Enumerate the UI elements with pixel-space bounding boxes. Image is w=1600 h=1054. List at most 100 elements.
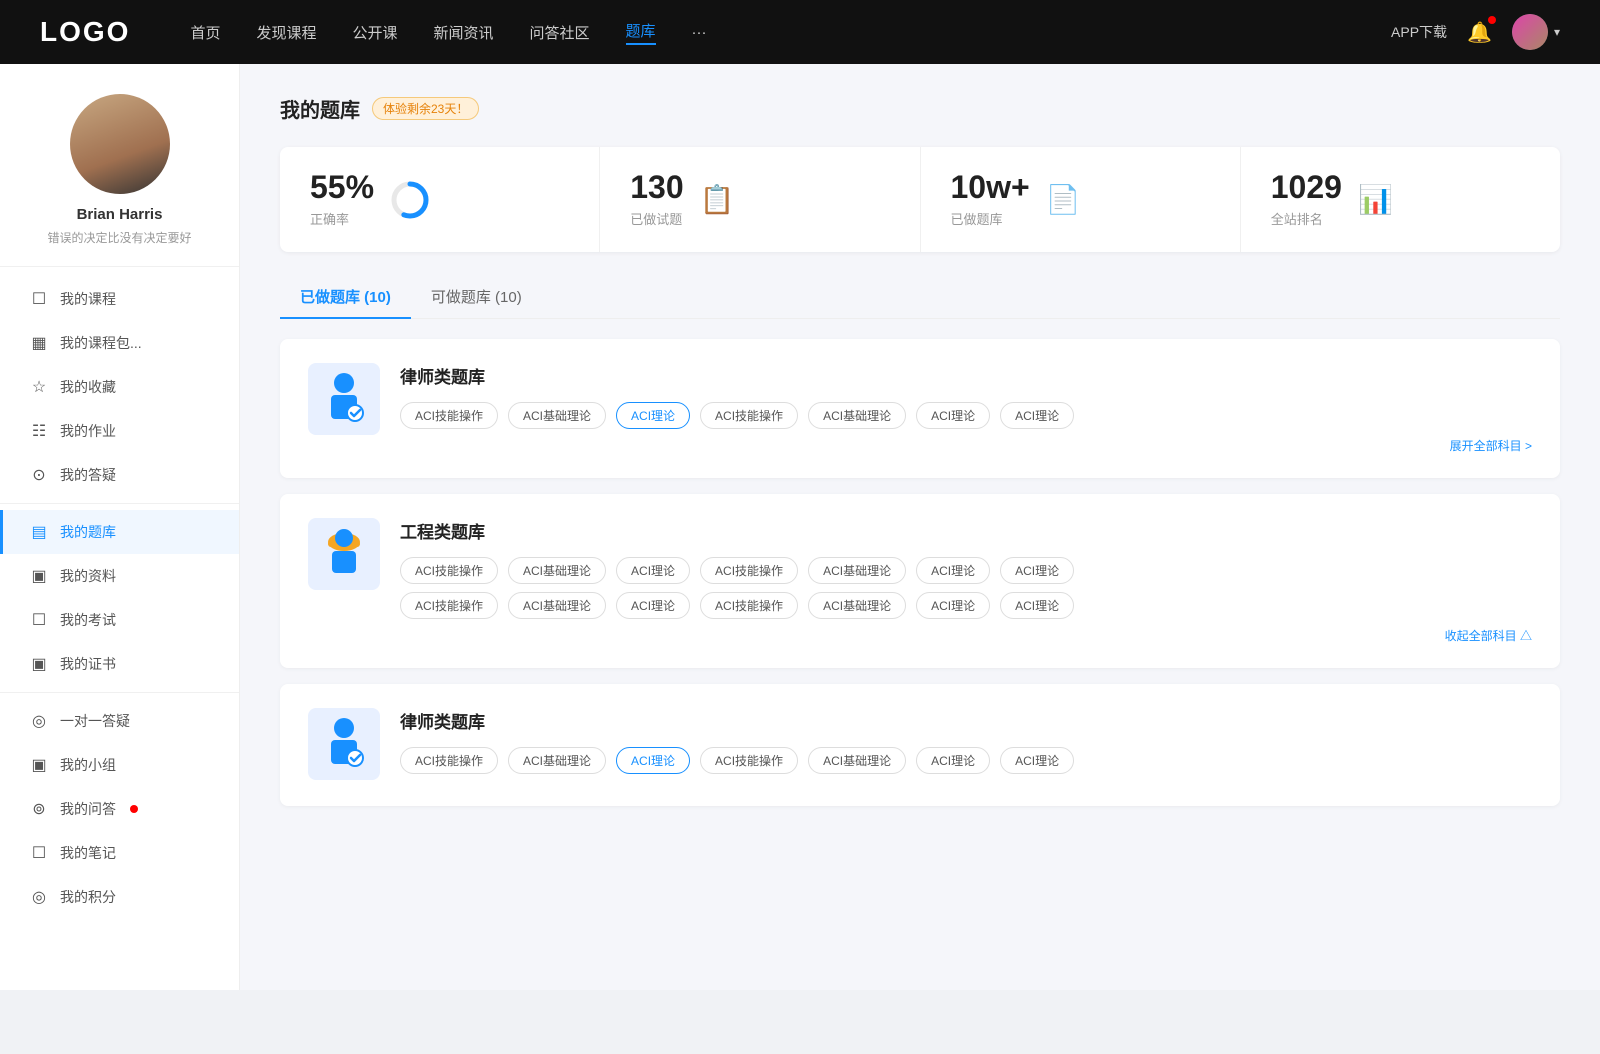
bank-engineer1-title: 工程类题库: [400, 518, 1532, 543]
sidebar-item-notes[interactable]: ☐ 我的笔记: [0, 831, 239, 875]
stat-ranking-number: 1029: [1271, 171, 1342, 203]
sidebar-item-exambank[interactable]: ▤ 我的题库: [0, 510, 239, 554]
sidebar-item-coursepack[interactable]: ▦ 我的课程包...: [0, 321, 239, 365]
qa-notification-dot: [130, 805, 138, 813]
notes-icon: ☐: [30, 843, 48, 863]
bank-tag[interactable]: ACI理论: [1000, 402, 1074, 429]
profile-slogan: 错误的决定比没有决定要好: [47, 229, 191, 246]
sidebar-label-group: 我的小组: [60, 755, 116, 775]
exam-icon: ☐: [30, 610, 48, 630]
user-avatar-wrapper[interactable]: ▾: [1512, 14, 1560, 50]
stat-accuracy-number: 55%: [310, 171, 374, 203]
bank-tag[interactable]: ACI理论: [916, 557, 990, 584]
tab-bar: 已做题库 (10) 可做题库 (10): [280, 276, 1560, 319]
sidebar-label-exam: 我的考试: [60, 610, 116, 630]
stat-accuracy: 55% 正确率: [280, 147, 600, 252]
stat-ranking-text: 1029 全站排名: [1271, 171, 1342, 228]
bank-tag[interactable]: ACI技能操作: [700, 592, 798, 619]
bank-tag-active[interactable]: ACI理论: [616, 747, 690, 774]
bank-tag[interactable]: ACI基础理论: [808, 592, 906, 619]
bank-tag[interactable]: ACI理论: [1000, 557, 1074, 584]
bank-tag[interactable]: ACI基础理论: [508, 747, 606, 774]
bank-lawyer2-title: 律师类题库: [400, 708, 1532, 733]
bank-tag[interactable]: ACI基础理论: [808, 747, 906, 774]
trial-badge: 体验剩余23天！: [372, 97, 479, 120]
bank-tag[interactable]: ACI基础理论: [808, 557, 906, 584]
nav-qa[interactable]: 问答社区: [530, 22, 590, 43]
stat-banks-number: 10w+: [951, 171, 1030, 203]
sidebar-item-answers[interactable]: ⊙ 我的答疑: [0, 453, 239, 497]
bank-tag[interactable]: ACI技能操作: [400, 557, 498, 584]
engineer-icon: [317, 524, 371, 584]
sidebar-item-resources[interactable]: ▣ 我的资料: [0, 554, 239, 598]
bank-card-lawyer1: 律师类题库 ACI技能操作 ACI基础理论 ACI理论 ACI技能操作 ACI基…: [280, 339, 1560, 478]
bank-tag[interactable]: ACI理论: [616, 592, 690, 619]
bank-tag[interactable]: ACI技能操作: [700, 557, 798, 584]
bank-tag-active[interactable]: ACI理论: [616, 402, 690, 429]
bank-card-lawyer2: 律师类题库 ACI技能操作 ACI基础理论 ACI理论 ACI技能操作 ACI基…: [280, 684, 1560, 806]
stats-row: 55% 正确率 130 已做试题 📋 10w+: [280, 147, 1560, 252]
bank-tag[interactable]: ACI理论: [916, 592, 990, 619]
sidebar-item-tutoring[interactable]: ◎ 一对一答疑: [0, 699, 239, 743]
tab-available[interactable]: 可做题库 (10): [411, 276, 542, 319]
exambank-icon: ▤: [30, 522, 48, 542]
questions-doc-icon: 📋: [700, 183, 735, 216]
main-nav: 首页 发现课程 公开课 新闻资讯 问答社区 题库 ···: [190, 20, 1391, 45]
profile-section: Brian Harris 错误的决定比没有决定要好: [0, 64, 239, 267]
bank-tag[interactable]: ACI理论: [616, 557, 690, 584]
sidebar-label-answers: 我的答疑: [60, 465, 116, 485]
bank-tag[interactable]: ACI理论: [1000, 592, 1074, 619]
sidebar-item-myqa[interactable]: ⊚ 我的问答: [0, 787, 239, 831]
sidebar-item-favorites[interactable]: ☆ 我的收藏: [0, 365, 239, 409]
nav-more[interactable]: ···: [692, 24, 707, 41]
sidebar-item-cert[interactable]: ▣ 我的证书: [0, 642, 239, 686]
sidebar-label-myqa: 我的问答: [60, 799, 116, 819]
sidebar-label-resources: 我的资料: [60, 566, 116, 586]
stat-banks: 10w+ 已做题库 📄: [921, 147, 1241, 252]
group-icon: ▣: [30, 755, 48, 775]
sidebar-item-homework[interactable]: ☷ 我的作业: [0, 409, 239, 453]
bank-tag[interactable]: ACI理论: [916, 402, 990, 429]
sidebar-label-tutoring: 一对一答疑: [60, 711, 130, 731]
bank-tag[interactable]: ACI基础理论: [508, 557, 606, 584]
nav-news[interactable]: 新闻资讯: [434, 22, 494, 43]
cert-icon: ▣: [30, 654, 48, 674]
sidebar-label-favorites: 我的收藏: [60, 377, 116, 397]
expand-link-lawyer1[interactable]: 展开全部科目 >: [400, 437, 1532, 454]
header-right: APP下载 🔔 ▾: [1391, 14, 1560, 50]
bank-tag[interactable]: ACI基础理论: [808, 402, 906, 429]
nav-discover[interactable]: 发现课程: [256, 22, 316, 43]
homework-icon: ☷: [30, 421, 48, 441]
bank-tag[interactable]: ACI技能操作: [700, 747, 798, 774]
sidebar-label-course: 我的课程: [60, 289, 116, 309]
coursepack-icon: ▦: [30, 333, 48, 353]
nav-open-course[interactable]: 公开课: [352, 22, 397, 43]
bank-tag[interactable]: ACI基础理论: [508, 592, 606, 619]
header-avatar: [1512, 14, 1548, 50]
bank-tag[interactable]: ACI技能操作: [400, 747, 498, 774]
sidebar-item-exam[interactable]: ☐ 我的考试: [0, 598, 239, 642]
bank-tag[interactable]: ACI技能操作: [400, 592, 498, 619]
stat-banks-label: 已做题库: [951, 209, 1030, 228]
app-download-link[interactable]: APP下载: [1391, 22, 1447, 42]
bank-tag[interactable]: ACI理论: [916, 747, 990, 774]
bank-lawyer2-tags: ACI技能操作 ACI基础理论 ACI理论 ACI技能操作 ACI基础理论 AC…: [400, 747, 1532, 774]
tab-done[interactable]: 已做题库 (10): [280, 276, 411, 319]
bank-tag[interactable]: ACI基础理论: [508, 402, 606, 429]
nav-exam[interactable]: 题库: [626, 20, 656, 45]
bank-tag[interactable]: ACI理论: [1000, 747, 1074, 774]
notification-bell[interactable]: 🔔: [1467, 20, 1492, 45]
bank-card-lawyer1-header: 律师类题库 ACI技能操作 ACI基础理论 ACI理论 ACI技能操作 ACI基…: [308, 363, 1532, 454]
sidebar-item-points[interactable]: ◎ 我的积分: [0, 875, 239, 919]
sidebar-item-course[interactable]: ☐ 我的课程: [0, 277, 239, 321]
sidebar-label-coursepack: 我的课程包...: [60, 333, 142, 353]
logo: LOGO: [40, 16, 130, 48]
sidebar-menu: ☐ 我的课程 ▦ 我的课程包... ☆ 我的收藏 ☷ 我的作业 ⊙ 我的答疑 ▤: [0, 267, 239, 929]
collapse-link-engineer1[interactable]: 收起全部科目 △: [400, 627, 1532, 644]
bank-tag[interactable]: ACI技能操作: [700, 402, 798, 429]
nav-home[interactable]: 首页: [190, 22, 220, 43]
stat-ranking: 1029 全站排名 📊: [1241, 147, 1560, 252]
bank-tag[interactable]: ACI技能操作: [400, 402, 498, 429]
ranking-chart-icon: 📊: [1358, 183, 1393, 216]
sidebar-item-group[interactable]: ▣ 我的小组: [0, 743, 239, 787]
